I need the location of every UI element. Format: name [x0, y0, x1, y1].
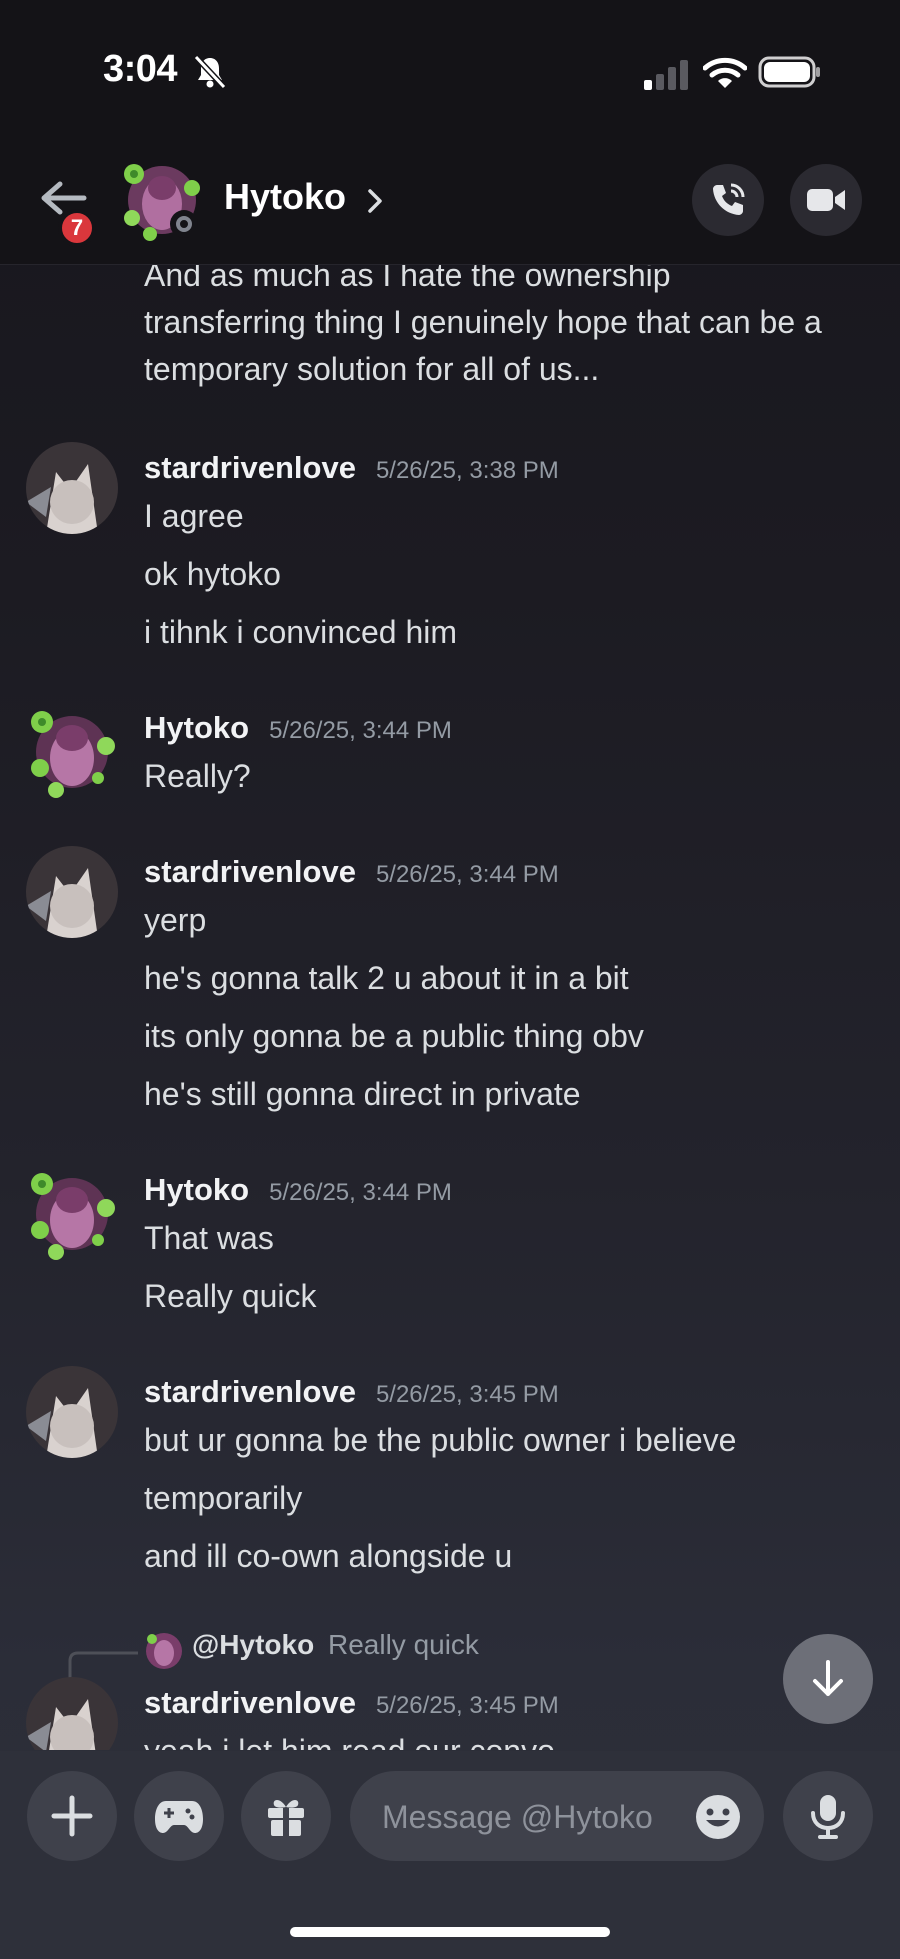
- message-author[interactable]: stardrivenlove 5/26/25, 3:45 PM: [144, 1374, 559, 1410]
- emoji-icon[interactable]: [694, 1793, 742, 1841]
- message-author[interactable]: stardrivenlove 5/26/25, 3:38 PM: [144, 450, 559, 486]
- message-author[interactable]: stardrivenlove 5/26/25, 3:45 PM: [144, 1685, 559, 1721]
- message-timestamp: 5/26/25, 3:44 PM: [375, 861, 559, 888]
- gamepad-icon: [155, 1801, 203, 1833]
- avatar[interactable]: [26, 1168, 118, 1260]
- message-line: temporary solution for all of us...: [144, 351, 600, 387]
- attach-button[interactable]: [27, 1771, 117, 1861]
- avatar[interactable]: [26, 846, 118, 938]
- message-timestamp: 5/26/25, 3:38 PM: [375, 457, 559, 484]
- offline-status-icon: [170, 210, 198, 238]
- message-line: but ur gonna be the public owner i belie…: [144, 1422, 737, 1458]
- message-timestamp: 5/26/25, 3:44 PM: [269, 717, 452, 744]
- gift-icon: [268, 1800, 304, 1836]
- arrow-down-icon: [813, 1660, 843, 1696]
- message-input-container: [350, 1771, 764, 1863]
- battery-icon: [758, 56, 820, 88]
- message-author[interactable]: Hytoko 5/26/25, 3:44 PM: [144, 1172, 452, 1208]
- unread-badge: 7: [58, 209, 96, 247]
- message-line: yerp: [144, 902, 207, 938]
- signal-icon: [644, 60, 688, 90]
- bell-slash-icon: [193, 54, 227, 90]
- reply-mention: @Hytoko: [192, 1629, 315, 1660]
- message-timestamp: 5/26/25, 3:44 PM: [269, 1179, 452, 1206]
- message-input[interactable]: [380, 1771, 684, 1863]
- message-line: he's gonna talk 2 u about it in a bit: [144, 960, 629, 996]
- message-line: I agree: [144, 498, 244, 534]
- video-icon: [807, 189, 845, 211]
- avatar[interactable]: [26, 1677, 118, 1750]
- avatar[interactable]: [26, 1366, 118, 1458]
- message-line: and ill co-own alongside u: [144, 1538, 513, 1574]
- header-username[interactable]: Hytoko: [224, 176, 346, 218]
- chat-header: 7 Hytoko: [0, 130, 900, 265]
- avatar[interactable]: [26, 706, 118, 798]
- avatar: [146, 1633, 182, 1669]
- message-line: i tihnk i convinced him: [144, 614, 458, 650]
- avatar[interactable]: [26, 442, 118, 534]
- message-timestamp: 5/26/25, 3:45 PM: [375, 1692, 559, 1719]
- status-time: 3:04: [103, 48, 178, 90]
- video-call-button[interactable]: [790, 164, 862, 236]
- message-author[interactable]: stardrivenlove 5/26/25, 3:44 PM: [144, 854, 559, 890]
- message-line: Really quick: [144, 1278, 317, 1314]
- message-list[interactable]: And as much as I hate the ownership tran…: [0, 265, 900, 1750]
- message-line: ok hytoko: [144, 556, 281, 592]
- activities-button[interactable]: [134, 1771, 224, 1861]
- message-composer: [0, 1751, 900, 1959]
- message-author[interactable]: Hytoko 5/26/25, 3:44 PM: [144, 710, 452, 746]
- message-line: Really?: [144, 758, 251, 794]
- plus-icon: [51, 1795, 93, 1837]
- reply-quoted: Really quick: [327, 1629, 479, 1660]
- status-bar: 3:04: [0, 0, 900, 130]
- home-indicator: [290, 1927, 610, 1937]
- message-line: temporarily: [144, 1480, 303, 1516]
- wifi-icon: [703, 57, 747, 88]
- voice-call-button[interactable]: [692, 164, 764, 236]
- jump-to-present-button[interactable]: [783, 1634, 873, 1724]
- message-line: he's still gonna direct in private: [144, 1076, 581, 1112]
- message-line: That was: [144, 1220, 274, 1256]
- phone-call-icon: [713, 183, 745, 215]
- reply-text: @Hytoko Really quick: [192, 1629, 479, 1661]
- message-timestamp: 5/26/25, 3:45 PM: [375, 1381, 559, 1408]
- message-line: its only gonna be a public thing obv: [144, 1018, 644, 1054]
- message-line: And as much as I hate the ownership: [144, 265, 671, 293]
- gift-button[interactable]: [241, 1771, 331, 1861]
- voice-message-button[interactable]: [783, 1771, 873, 1861]
- microphone-icon: [811, 1795, 845, 1839]
- message-line: transferring thing I genuinely hope that…: [144, 304, 822, 340]
- chevron-right-icon[interactable]: [366, 188, 384, 214]
- message-line: yeah i let him read our convo: [144, 1733, 555, 1750]
